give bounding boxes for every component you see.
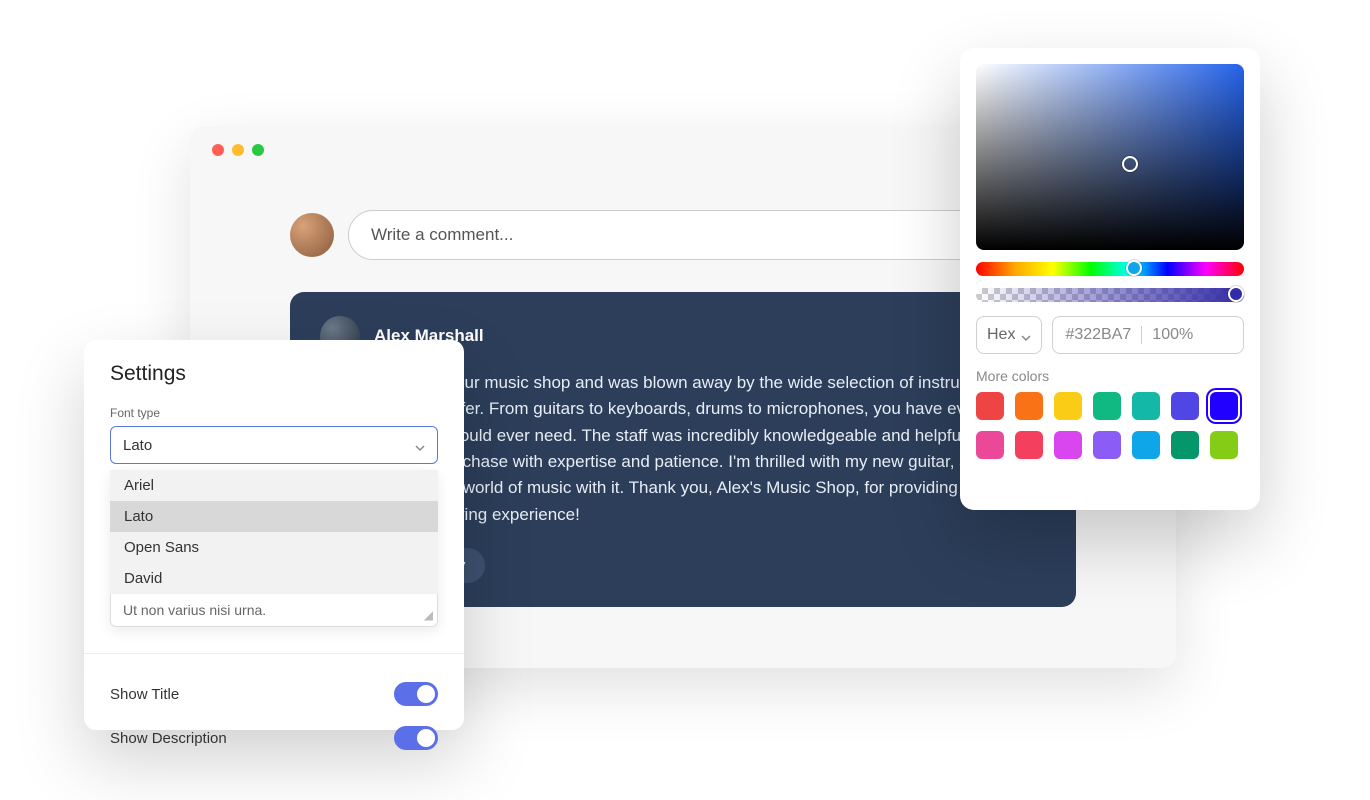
hue-handle[interactable] <box>1126 260 1142 276</box>
color-picker-panel: Hex #322BA7 100% More colors <box>960 48 1260 510</box>
settings-title: Settings <box>110 362 438 386</box>
color-swatch-1[interactable] <box>1015 392 1043 420</box>
font-type-label: Font type <box>110 406 438 420</box>
color-swatch-3[interactable] <box>1093 392 1121 420</box>
font-type-select[interactable]: Lato <box>110 426 438 464</box>
resize-grip-icon[interactable]: ◢ <box>424 608 433 622</box>
color-swatches <box>976 392 1244 459</box>
divider <box>84 653 464 654</box>
color-swatch-0[interactable] <box>976 392 1004 420</box>
settings-panel: Settings Font type Lato Ariel Lato Open … <box>84 340 464 730</box>
color-swatch-13[interactable] <box>1210 431 1238 459</box>
color-swatch-6[interactable] <box>1210 392 1238 420</box>
color-swatch-12[interactable] <box>1171 431 1199 459</box>
font-type-selected: Lato <box>123 437 152 454</box>
color-gradient-area[interactable] <box>976 64 1244 250</box>
font-type-dropdown-list: Ariel Lato Open Sans David Ut non varius… <box>110 470 438 627</box>
input-separator <box>1141 326 1142 344</box>
current-user-avatar <box>290 213 334 257</box>
hex-value: #322BA7 <box>1065 326 1131 344</box>
gradient-handle[interactable] <box>1122 156 1138 172</box>
show-title-label: Show Title <box>110 686 179 703</box>
opacity-value: 100% <box>1152 326 1193 344</box>
color-inputs: Hex #322BA7 100% <box>976 316 1244 354</box>
alpha-handle[interactable] <box>1228 286 1244 302</box>
color-format-label: Hex <box>987 326 1015 344</box>
show-description-row: Show Description <box>110 716 438 760</box>
hex-input[interactable]: #322BA7 100% <box>1052 316 1244 354</box>
color-swatch-7[interactable] <box>976 431 1004 459</box>
font-option-ariel[interactable]: Ariel <box>110 470 438 501</box>
color-swatch-5[interactable] <box>1171 392 1199 420</box>
show-title-row: Show Title <box>110 672 438 716</box>
font-option-david[interactable]: David <box>110 563 438 594</box>
color-swatch-10[interactable] <box>1093 431 1121 459</box>
font-option-open-sans[interactable]: Open Sans <box>110 532 438 563</box>
font-option-lato[interactable]: Lato <box>110 501 438 532</box>
show-description-toggle[interactable] <box>394 726 438 750</box>
more-colors-label: More colors <box>976 368 1244 384</box>
show-description-label: Show Description <box>110 730 227 747</box>
color-swatch-4[interactable] <box>1132 392 1160 420</box>
close-window-button[interactable] <box>212 144 224 156</box>
hue-slider[interactable] <box>976 262 1244 276</box>
color-swatch-8[interactable] <box>1015 431 1043 459</box>
color-swatch-11[interactable] <box>1132 431 1160 459</box>
alpha-slider[interactable] <box>976 288 1244 302</box>
color-swatch-2[interactable] <box>1054 392 1082 420</box>
font-preview-textarea[interactable]: Ut non varius nisi urna. ◢ <box>110 594 438 627</box>
color-swatch-9[interactable] <box>1054 431 1082 459</box>
chevron-down-icon <box>1021 330 1031 340</box>
maximize-window-button[interactable] <box>252 144 264 156</box>
chevron-down-icon <box>415 440 425 450</box>
minimize-window-button[interactable] <box>232 144 244 156</box>
color-format-select[interactable]: Hex <box>976 316 1042 354</box>
show-title-toggle[interactable] <box>394 682 438 706</box>
